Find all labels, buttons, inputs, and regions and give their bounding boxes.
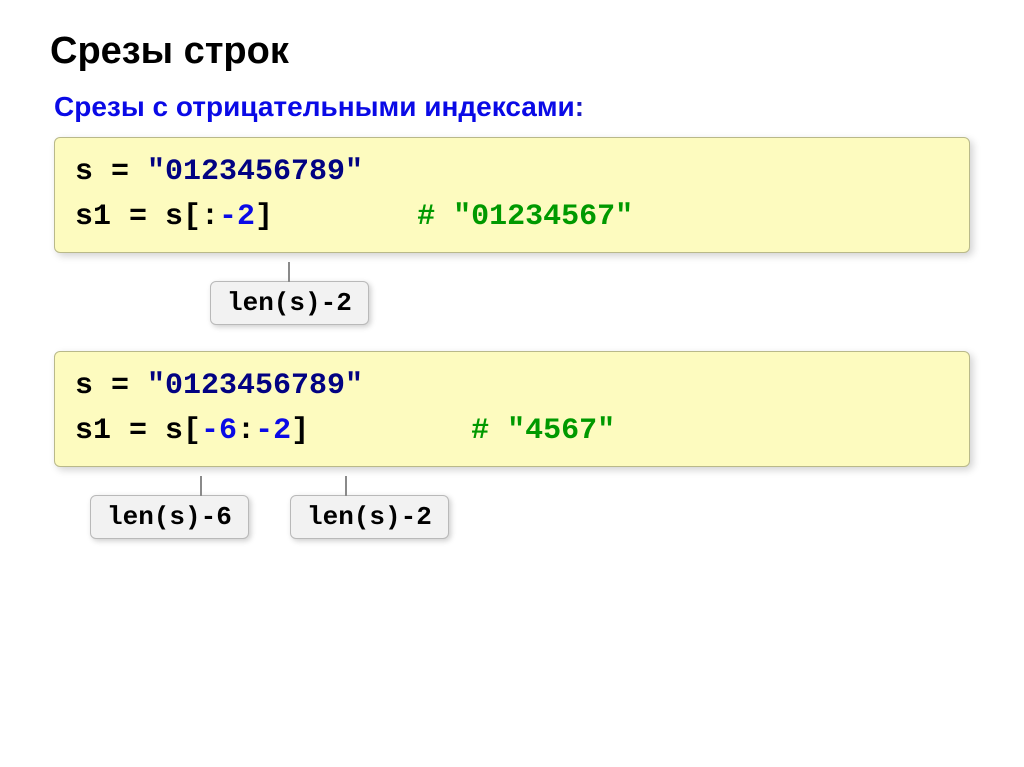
subtitle: Срезы с отрицательными индексами: bbox=[54, 91, 974, 123]
code-line: s1 = s[:-2] # "01234567" bbox=[75, 195, 949, 240]
page-title: Срезы строк bbox=[50, 30, 974, 73]
string-literal: "0123456789" bbox=[147, 369, 363, 403]
callout-text: len(s)-2 bbox=[307, 502, 432, 532]
callout-len-minus-6: len(s)-6 bbox=[90, 495, 249, 539]
subtitle-text: Срезы с отрицательными индексами bbox=[54, 91, 575, 122]
comment-hash: # bbox=[471, 414, 489, 448]
code-line: s = "0123456789" bbox=[75, 150, 949, 195]
code-text: : bbox=[237, 414, 255, 448]
string-literal: "0123456789" bbox=[147, 155, 363, 189]
code-text: s1 = s[: bbox=[75, 200, 219, 234]
negative-index: -2 bbox=[255, 414, 291, 448]
callout-len-minus-2: len(s)-2 bbox=[210, 281, 369, 325]
negative-index: -6 bbox=[201, 414, 237, 448]
code-line: s = "0123456789" bbox=[75, 364, 949, 409]
callout-row-1: len(s)-2 bbox=[50, 263, 974, 333]
subtitle-colon: : bbox=[575, 91, 584, 122]
callout-text: len(s)-6 bbox=[107, 502, 232, 532]
callout-len-minus-2: len(s)-2 bbox=[290, 495, 449, 539]
code-text: s = bbox=[75, 369, 147, 403]
code-text: ] bbox=[291, 414, 309, 448]
code-pad bbox=[273, 200, 417, 234]
code-block-2: s = "0123456789" s1 = s[-6:-2] # "4567" bbox=[54, 351, 970, 467]
code-line: s1 = s[-6:-2] # "4567" bbox=[75, 409, 949, 454]
code-block-1: s = "0123456789" s1 = s[:-2] # "01234567… bbox=[54, 137, 970, 253]
negative-index: -2 bbox=[219, 200, 255, 234]
comment-text: "01234567" bbox=[435, 200, 633, 234]
callout-text: len(s)-2 bbox=[227, 288, 352, 318]
comment-hash: # bbox=[417, 200, 435, 234]
callout-row-2: len(s)-6 len(s)-2 bbox=[50, 477, 974, 547]
comment-text: "4567" bbox=[489, 414, 615, 448]
connector-line bbox=[288, 262, 290, 282]
slide: Срезы строк Срезы с отрицательными индек… bbox=[0, 0, 1024, 595]
connector-line bbox=[200, 476, 202, 496]
code-text: s1 = s[ bbox=[75, 414, 201, 448]
code-pad bbox=[309, 414, 471, 448]
code-text: ] bbox=[255, 200, 273, 234]
connector-line bbox=[345, 476, 347, 496]
code-text: s = bbox=[75, 155, 147, 189]
